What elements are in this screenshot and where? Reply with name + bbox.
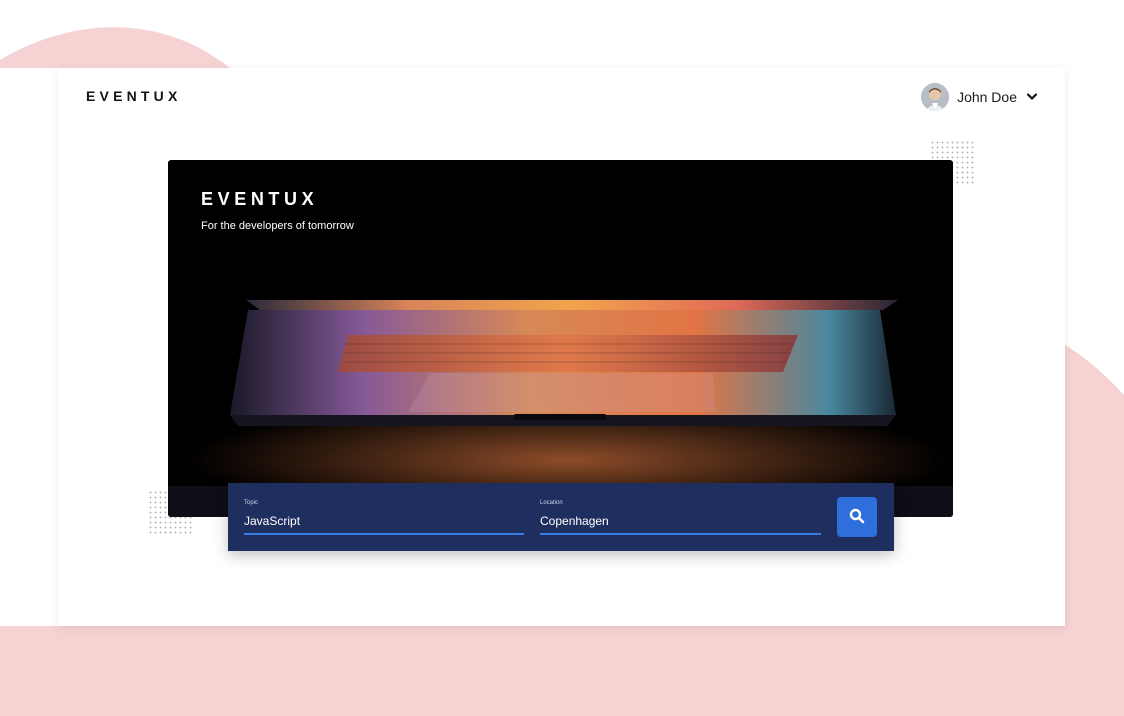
location-field: Location [540,483,821,551]
avatar [921,83,950,111]
hero-title: EVENTUX [201,189,319,209]
hero-subtitle: For the developers of tomorrow [201,220,354,232]
hero-banner: EVENTUX For the developers of tomorrow [168,160,953,517]
topic-input[interactable] [244,512,524,535]
laptop-image [168,300,953,517]
topic-field: Topic [244,483,524,551]
user-name: John Doe [957,89,1017,105]
chevron-down-icon[interactable] [1025,90,1039,104]
brand-logo[interactable]: EVENTUX [86,88,182,104]
user-menu[interactable]: John Doe [921,82,1039,112]
event-search-bar: Topic Location [228,483,894,551]
location-label: Location [540,500,563,506]
search-icon [849,508,865,527]
search-button[interactable] [837,497,877,537]
location-input[interactable] [540,512,821,535]
topic-label: Topic [244,500,259,506]
